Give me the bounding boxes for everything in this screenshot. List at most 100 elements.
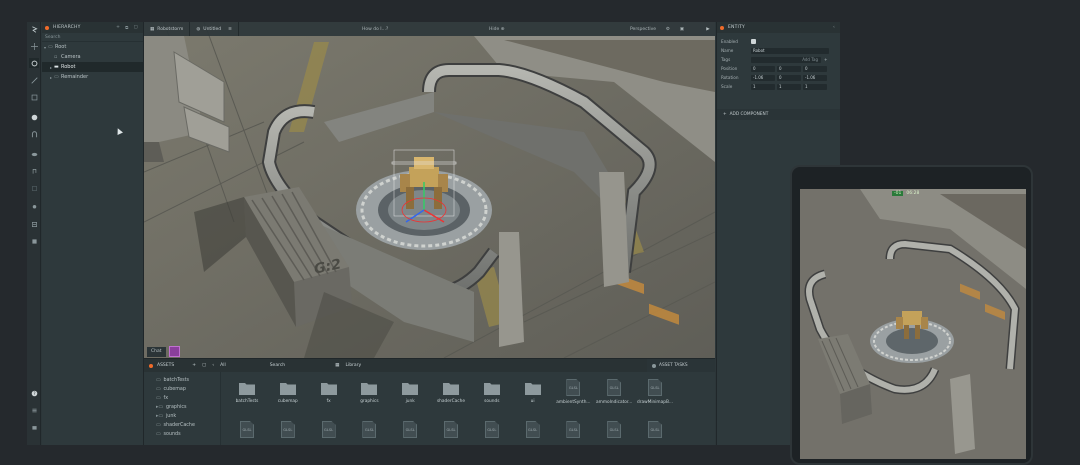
asset-folder[interactable]: fx <box>311 375 347 411</box>
publish-icon[interactable] <box>29 236 39 246</box>
scene-render: G:2 <box>144 22 715 358</box>
asset-shader[interactable]: GLSL <box>637 417 673 445</box>
duplicate-icon[interactable]: ⧉ <box>125 25 128 31</box>
launch-play-icon[interactable]: ▶ <box>702 23 714 35</box>
asset-folder[interactable]: ui <box>515 375 551 411</box>
camera-select[interactable]: Perspective ⚙ ▣ <box>627 23 687 35</box>
shader-file-icon: GLSL <box>525 421 540 438</box>
asset-shader[interactable]: GLSL <box>270 417 306 445</box>
asset-search-input[interactable]: Search <box>270 363 285 368</box>
asset-folder[interactable]: cubemap <box>270 375 306 411</box>
eye-icon[interactable] <box>29 149 39 159</box>
user-avatar[interactable] <box>168 346 180 357</box>
magnet-icon[interactable] <box>29 129 39 139</box>
asset-tree-label: graphics <box>165 405 187 410</box>
hierarchy-search-input[interactable]: Search <box>42 33 143 42</box>
settings-icon[interactable] <box>29 405 39 415</box>
add-component-button[interactable]: + ADD COMPONENT <box>717 109 840 120</box>
asset-shader[interactable]: GLSL <box>555 417 591 445</box>
rotate-tool-icon[interactable] <box>29 58 39 68</box>
shader-file-icon: GLSL <box>648 379 662 396</box>
asset-shader[interactable]: GLSL drawMinimapB... <box>637 375 673 411</box>
asset-folder[interactable]: junk <box>392 375 428 411</box>
asset-tree-item[interactable]: ▭ sounds <box>144 430 220 439</box>
asset-filter-select[interactable]: All <box>220 363 226 368</box>
tree-item-remainder[interactable]: ▸ ▭ Remainder <box>42 72 143 82</box>
asset-shader[interactable]: GLSL <box>515 417 551 445</box>
asset-tasks-tab[interactable]: ASSET TASKS <box>647 359 715 372</box>
music-icon[interactable] <box>29 166 39 176</box>
delete-asset-icon[interactable]: ▢ <box>202 363 206 368</box>
lightmap-icon[interactable]: ▣ <box>680 27 684 32</box>
scale-x-field[interactable]: 1 <box>751 83 775 90</box>
rotation-x-field[interactable]: -1.06 <box>751 74 775 81</box>
enabled-checkbox[interactable] <box>751 39 756 44</box>
tree-item-root[interactable]: ▾ ▭ Root <box>42 42 143 52</box>
settings-cog-icon[interactable]: ⚙ <box>666 27 670 32</box>
add-asset-icon[interactable]: + <box>192 363 196 368</box>
shader-file-icon: GLSL <box>321 421 336 438</box>
enabled-label: Enabled <box>721 39 738 44</box>
back-icon[interactable]: ‹ <box>212 363 214 368</box>
folder-icon <box>320 383 337 395</box>
scenes-list-icon[interactable]: ≡ <box>228 27 232 32</box>
library-button[interactable]: Library <box>345 363 361 368</box>
asset-folder[interactable]: shaderCache <box>433 375 469 411</box>
tree-item-camera[interactable]: ▫ Camera <box>42 52 143 62</box>
how-do-i-search[interactable]: How do I...? <box>362 22 388 36</box>
asset-tree-item[interactable]: ▭ fx <box>144 394 220 403</box>
collapse-icon[interactable]: ‹ <box>833 25 835 30</box>
folder-icon <box>279 383 296 395</box>
asset-shader[interactable]: GLSL ambientSynth... <box>555 375 591 411</box>
resize-tool-icon[interactable] <box>29 92 39 102</box>
scale-z-field[interactable]: 1 <box>803 83 827 90</box>
layers-icon[interactable] <box>29 183 39 193</box>
asset-shader[interactable]: GLSL <box>229 417 265 445</box>
asset-shader[interactable]: GLSL <box>392 417 428 445</box>
position-y-field[interactable]: 0 <box>777 65 801 72</box>
asset-shader[interactable]: GLSL <box>351 417 387 445</box>
scene-icon: ◍ <box>196 26 201 32</box>
add-tag-icon[interactable]: + <box>824 57 828 62</box>
add-entity-icon[interactable]: + <box>116 25 120 31</box>
playcanvas-logo-icon[interactable] <box>29 24 39 34</box>
tab-project[interactable]: ▦ Robotstorm <box>144 22 191 36</box>
asset-folder[interactable]: batchTests <box>229 375 265 411</box>
asset-shader[interactable]: GLSL <box>474 417 510 445</box>
hide-toggle[interactable]: Hide ⊕ <box>489 27 504 32</box>
position-z-field[interactable]: 0 <box>803 65 827 72</box>
grid-view-icon[interactable]: ▦ <box>335 363 339 368</box>
tags-field[interactable]: Add Tag <box>751 56 821 63</box>
move-tool-icon[interactable] <box>29 41 39 51</box>
asset-shader[interactable]: GLSL <box>433 417 469 445</box>
rotation-y-field[interactable]: 0 <box>777 74 801 81</box>
help-icon[interactable]: ? <box>29 388 39 398</box>
asset-tree-item[interactable]: ▭ batchTests <box>144 376 220 385</box>
scene-viewport[interactable]: G:2 ▦ Robotstorm ◍ Untitled ≡ How do I..… <box>144 22 715 358</box>
delete-icon[interactable]: ▢ <box>134 25 138 31</box>
scale-y-field[interactable]: 1 <box>777 83 801 90</box>
asset-folder[interactable]: sounds <box>474 375 510 411</box>
code-editor-icon[interactable] <box>29 219 39 229</box>
name-field[interactable]: Robot <box>751 47 829 54</box>
chat-widget[interactable]: Chat <box>144 345 204 358</box>
tree-item-robot[interactable]: ▸ ▬ Robot <box>42 62 143 72</box>
rotation-z-field[interactable]: -1.06 <box>803 74 827 81</box>
asset-shader[interactable]: GLSL <box>311 417 347 445</box>
position-x-field[interactable]: 0 <box>751 65 775 72</box>
tab-scene[interactable]: ◍ Untitled ≡ <box>190 22 239 36</box>
store-icon[interactable] <box>29 422 39 432</box>
world-space-icon[interactable] <box>29 112 39 122</box>
asset-shader[interactable]: GLSL <box>596 417 632 445</box>
chat-button[interactable]: Chat <box>147 346 166 357</box>
shader-file-icon: GLSL <box>362 421 377 438</box>
asset-tree-item[interactable]: ▭ shaderCache <box>144 421 220 430</box>
asset-name: junk <box>405 399 415 404</box>
asset-tree-item[interactable]: ▸▭ graphics <box>144 403 220 412</box>
asset-folder[interactable]: graphics <box>351 375 387 411</box>
asset-tree-item[interactable]: ▭ cubemap <box>144 385 220 394</box>
scale-tool-icon[interactable] <box>29 75 39 85</box>
asset-tree-item[interactable]: ▸▭ junk <box>144 412 220 421</box>
lightbulb-icon[interactable] <box>29 202 39 212</box>
asset-shader[interactable]: GLSL ammoIndicator... <box>596 375 632 411</box>
